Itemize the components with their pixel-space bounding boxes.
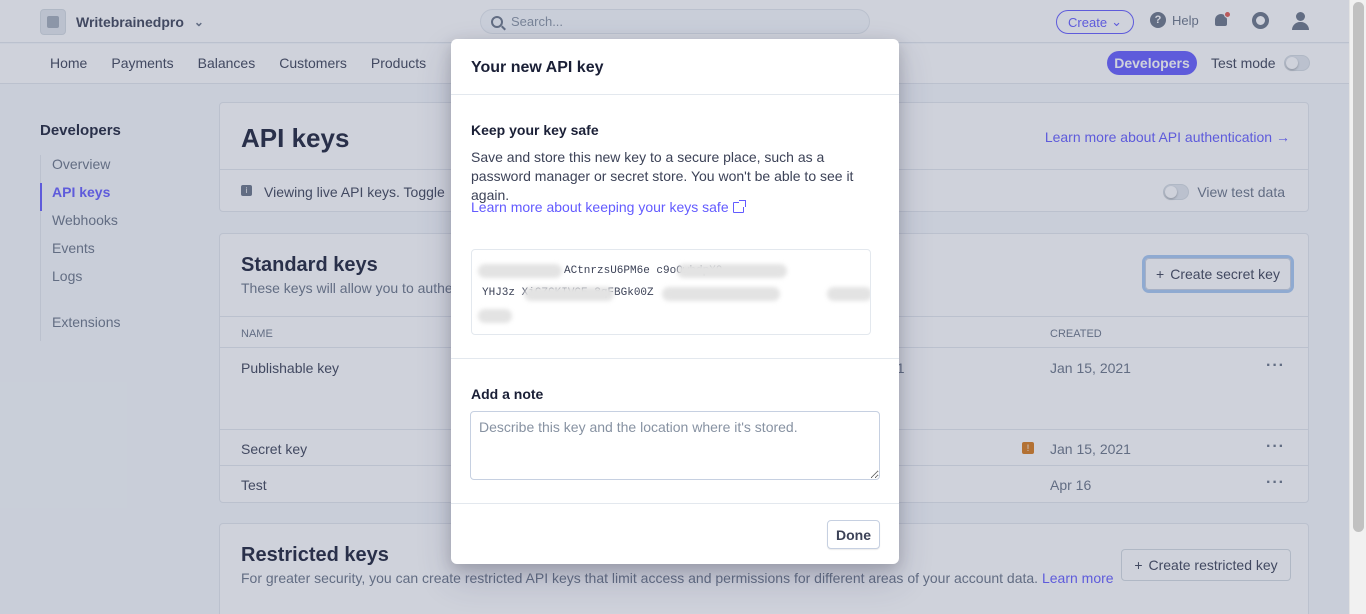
keep-safe-link[interactable]: Learn more about keeping your keys safe — [471, 199, 746, 215]
keep-safe-text: Save and store this new key to a secure … — [471, 149, 854, 203]
keep-safe-title: Keep your key safe — [471, 122, 599, 138]
keep-key-safe-section: Keep your key safe Save and store this n… — [451, 95, 899, 359]
redaction-mark — [662, 287, 780, 301]
scrollbar-thumb[interactable] — [1353, 2, 1364, 532]
page-scrollbar[interactable] — [1349, 0, 1366, 614]
new-api-key-dialog: Your new API key Keep your key safe Save… — [451, 39, 899, 564]
external-link-icon — [732, 199, 746, 213]
redaction-mark — [478, 264, 562, 278]
redaction-mark — [677, 264, 787, 278]
redaction-mark — [478, 309, 512, 323]
dialog-header: Your new API key — [451, 39, 899, 95]
done-button[interactable]: Done — [827, 520, 880, 549]
redaction-mark — [827, 287, 870, 301]
add-note-title: Add a note — [471, 386, 544, 402]
dialog-title: Your new API key — [471, 59, 604, 76]
keep-safe-link-label: Learn more about keeping your keys safe — [471, 199, 729, 215]
secret-key-display[interactable]: ACtnrzsU6PM6e c9oOwhdpX9 YHJ3z XiCZCKIVC… — [471, 249, 871, 335]
redaction-mark — [524, 287, 614, 301]
add-note-section: Add a note — [451, 359, 899, 504]
note-textarea[interactable] — [470, 411, 880, 480]
